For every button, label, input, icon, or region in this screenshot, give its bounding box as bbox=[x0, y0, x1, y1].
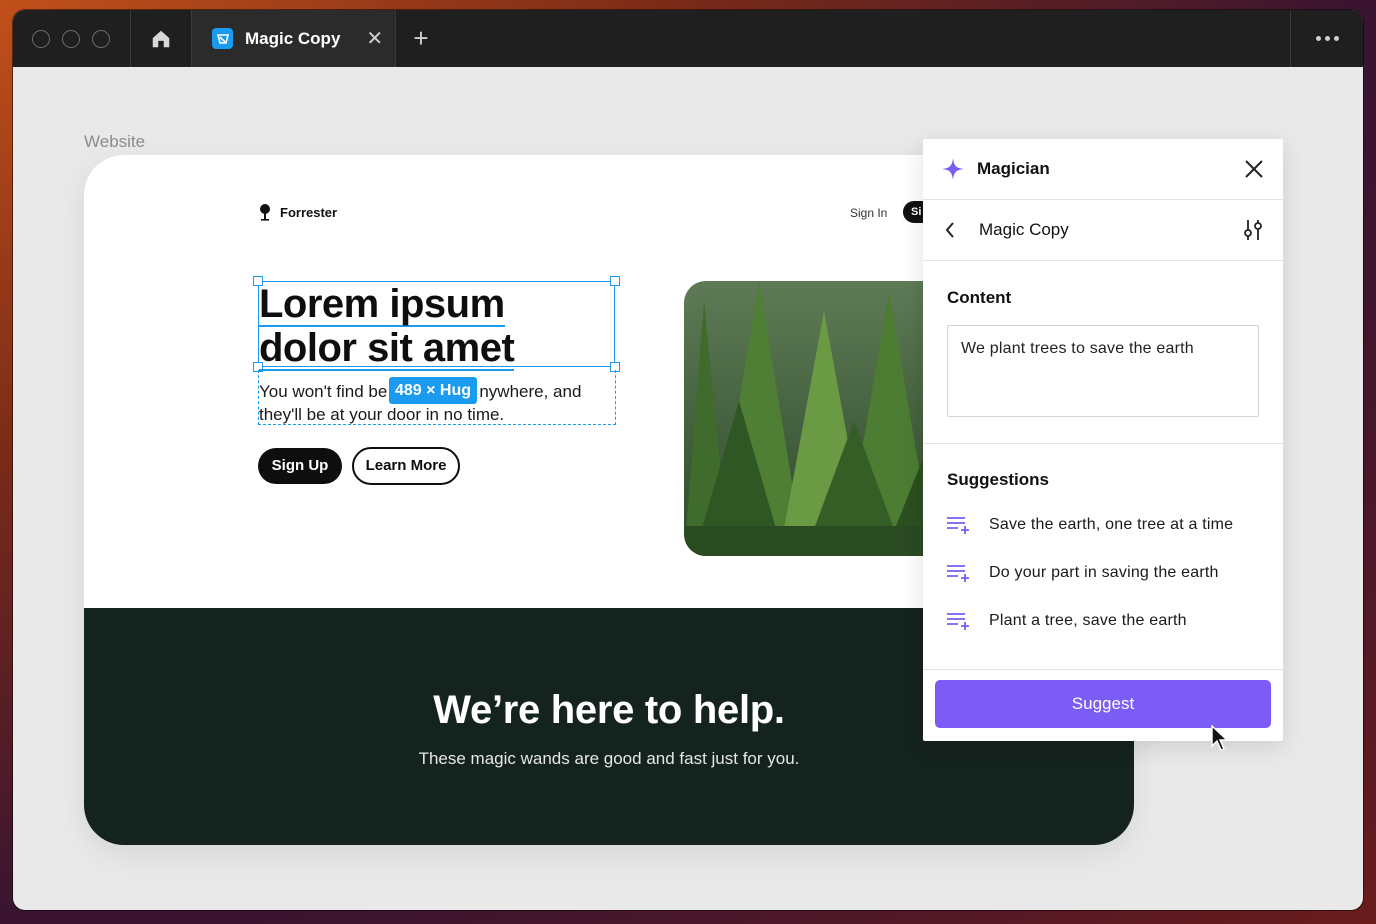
frame-label[interactable]: Website bbox=[84, 132, 145, 152]
panel-title: Magician bbox=[977, 159, 1050, 178]
suggestion-text: Plant a tree, save the earth bbox=[989, 612, 1187, 629]
suggestion-item[interactable]: Do your part in saving the earth bbox=[947, 549, 1259, 597]
settings-sliders-icon[interactable] bbox=[1243, 219, 1263, 241]
close-icon[interactable] bbox=[1245, 160, 1263, 178]
site-logo[interactable]: Forrester bbox=[258, 203, 337, 221]
magician-panel: Magician Magic Copy Content We plant tre… bbox=[923, 139, 1283, 741]
back-icon[interactable] bbox=[945, 222, 955, 238]
text-add-icon bbox=[947, 565, 969, 582]
suggestions-label: Suggestions bbox=[947, 470, 1050, 489]
home-button[interactable] bbox=[131, 10, 192, 67]
tab-magic-copy[interactable]: Magic Copy ✕ bbox=[192, 10, 396, 67]
titlebar-spacer bbox=[446, 10, 1290, 67]
suggestion-item[interactable]: Plant a tree, save the earth bbox=[947, 597, 1259, 645]
suggestions-list: Save the earth, one tree at a time Do yo… bbox=[947, 501, 1259, 645]
tree-icon bbox=[260, 204, 270, 221]
text-add-icon bbox=[947, 613, 969, 630]
signup-button[interactable]: Sign Up bbox=[258, 448, 342, 484]
window-controls bbox=[13, 10, 131, 67]
hero-subtext-line2: they'll be at your door in no time. bbox=[259, 405, 505, 424]
more-dot-icon bbox=[1324, 36, 1330, 41]
home-icon bbox=[152, 30, 170, 47]
brand-name: Forrester bbox=[280, 204, 338, 220]
close-window-button[interactable] bbox=[32, 29, 50, 48]
suggestion-text: Do your part in saving the earth bbox=[989, 564, 1219, 581]
tab-close-icon[interactable]: ✕ bbox=[366, 26, 383, 51]
title-bar: Magic Copy ✕ + bbox=[13, 10, 1363, 67]
more-dot-icon bbox=[1315, 36, 1321, 41]
content-section: Content We plant trees to save the earth bbox=[923, 261, 1283, 444]
new-tab-button[interactable]: + bbox=[396, 10, 446, 67]
more-dot-icon bbox=[1333, 36, 1339, 41]
hero-subtext-start: You won't find be bbox=[259, 382, 388, 401]
content-textarea[interactable]: We plant trees to save the earth bbox=[947, 325, 1259, 417]
content-label: Content bbox=[947, 288, 1012, 307]
panel-header: Magician bbox=[923, 139, 1283, 200]
suggestion-text: Save the earth, one tree at a time bbox=[989, 516, 1234, 533]
sparkle-icon bbox=[942, 158, 964, 180]
nav-signin-link[interactable]: Sign In bbox=[850, 206, 887, 220]
hero-title[interactable]: Lorem ipsum dolor sit amet bbox=[259, 283, 619, 371]
more-options-button[interactable] bbox=[1290, 10, 1363, 67]
maximize-window-button[interactable] bbox=[92, 29, 110, 48]
panel-subtitle: Magic Copy bbox=[979, 220, 1069, 239]
suggest-button[interactable]: Suggest bbox=[935, 680, 1271, 728]
hero-subtext-end: nywhere, and bbox=[479, 382, 582, 401]
text-add-icon bbox=[947, 517, 969, 534]
hero-title-line: dolor sit amet bbox=[259, 326, 515, 371]
mouse-cursor-icon bbox=[1211, 725, 1229, 751]
hero-title-line: Lorem ipsum bbox=[259, 282, 505, 327]
suggestions-section: Suggestions Save the earth, one tree at … bbox=[923, 444, 1283, 670]
footer-subtitle: These magic wands are good and fast just… bbox=[418, 749, 800, 768]
size-badge: 489 × Hug bbox=[389, 377, 478, 404]
panel-subheader: Magic Copy bbox=[923, 200, 1283, 261]
minimize-window-button[interactable] bbox=[62, 29, 80, 48]
learn-more-button[interactable]: Learn More bbox=[352, 447, 460, 485]
suggestion-item[interactable]: Save the earth, one tree at a time bbox=[947, 501, 1259, 549]
plugin-icon bbox=[212, 28, 233, 49]
app-window: Magic Copy ✕ + Website Forrester Sign In… bbox=[13, 10, 1363, 910]
tab-label: Magic Copy bbox=[245, 28, 341, 48]
